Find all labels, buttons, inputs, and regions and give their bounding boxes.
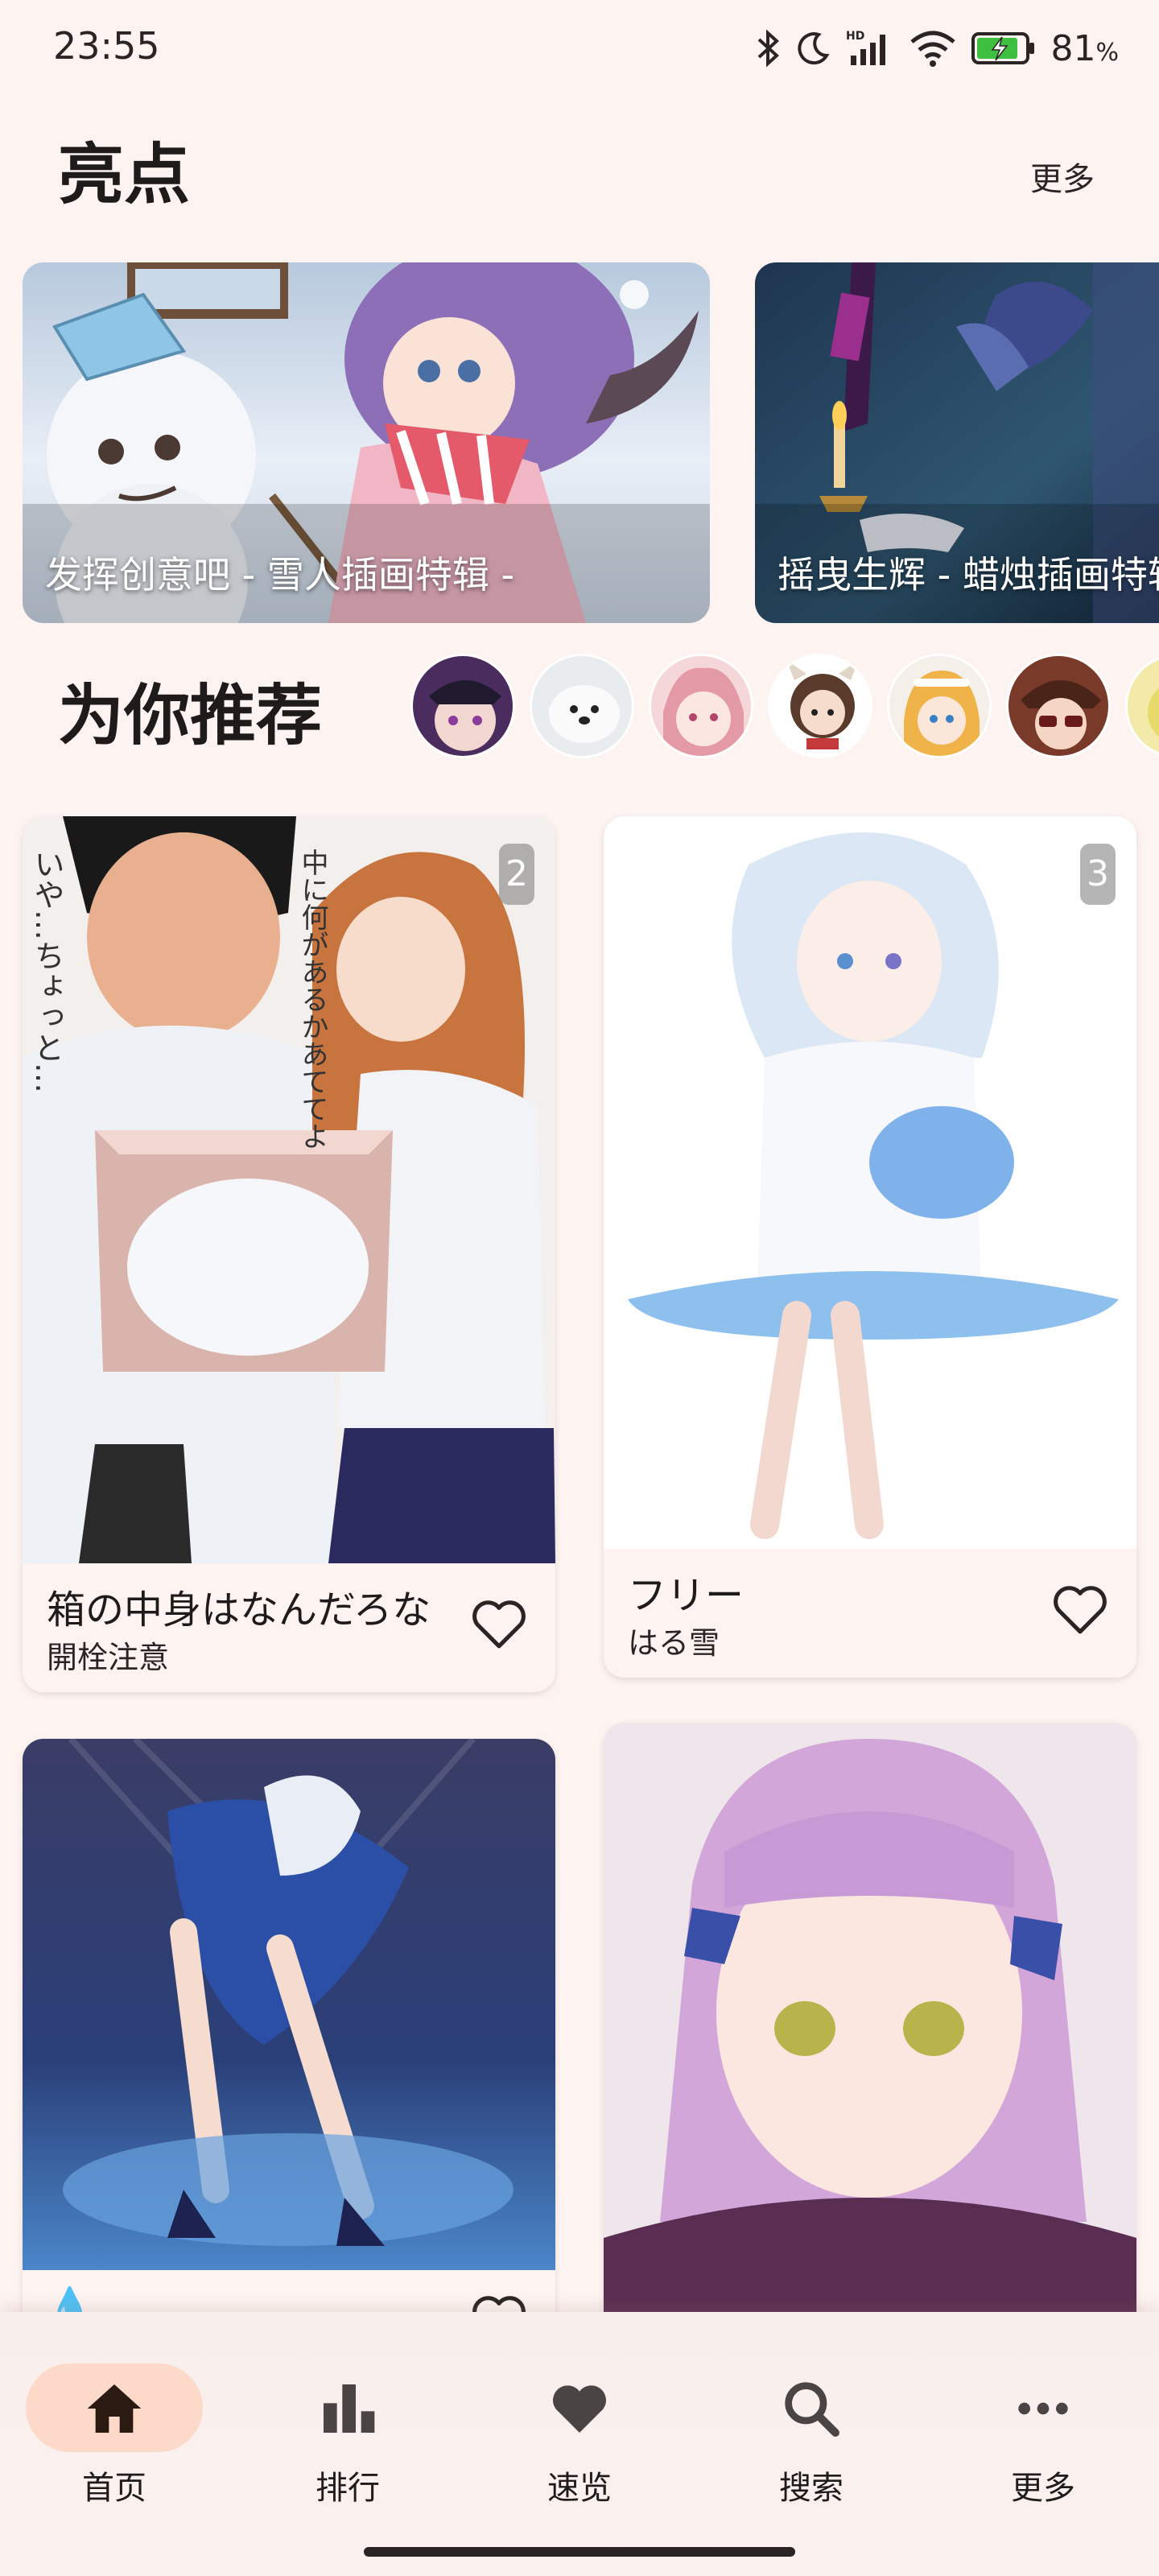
artwork-card[interactable]: 3 フリー はる雪 — [604, 816, 1136, 1678]
artist-avatar[interactable] — [649, 654, 753, 758]
artwork-card[interactable]: 💧 — [23, 1739, 555, 2351]
bar-chart-icon — [324, 2384, 375, 2433]
highlight-caption: 摇曳生辉 - 蜡烛插画特辑 - — [777, 553, 1159, 597]
nav-item-ranking[interactable]: 排行 — [251, 2312, 444, 2507]
home-indicator[interactable] — [364, 2547, 795, 2557]
nav-label: 速览 — [547, 2470, 612, 2507]
artwork-image: いや…ちょっと… 中に何があるかあててよ — [23, 816, 555, 1563]
battery-percent: 81% — [1050, 27, 1119, 69]
card-info: 箱の中身はなんだろな 開栓注意 — [23, 1563, 555, 1692]
wifi-icon — [910, 31, 956, 67]
artwork-image — [604, 1723, 1136, 2351]
bottom-nav: 首页 排行 速览 搜索 更多 — [0, 2312, 1159, 2576]
highlight-card-snowman[interactable]: 发挥创意吧 - 雪人插画特辑 - — [23, 262, 710, 623]
recommended-artists — [410, 654, 1159, 763]
artwork-image — [604, 816, 1136, 1549]
artist-avatar[interactable] — [1125, 654, 1159, 758]
artist-name[interactable]: はる雪 — [628, 1618, 720, 1662]
status-time: 23:55 — [53, 24, 160, 68]
battery-charging-icon — [971, 32, 1035, 64]
highlights-more-link[interactable]: 更多 — [1030, 153, 1095, 200]
svg-text:HD: HD — [846, 30, 864, 43]
nav-label: 排行 — [316, 2470, 380, 2507]
artwork-text: 中に何があるかあててよ — [296, 848, 328, 1150]
highlights-title: 亮点 — [58, 137, 191, 213]
artwork-card[interactable]: いや…ちょっと… 中に何があるかあててよ 2 箱の中身はなんだろな 開栓注意 — [23, 816, 555, 1692]
moon-icon — [798, 32, 830, 65]
nav-label: 搜索 — [779, 2470, 843, 2507]
search-icon — [785, 2382, 839, 2437]
card-info: フリー はる雪 — [604, 1549, 1136, 1678]
bluetooth-icon — [758, 29, 780, 68]
page-count-badge: 3 — [1080, 844, 1116, 905]
nav-item-more[interactable]: 更多 — [947, 2312, 1140, 2507]
artist-name[interactable]: 開栓注意 — [47, 1633, 169, 1677]
artist-avatar[interactable] — [1006, 654, 1111, 758]
nav-label: 更多 — [1011, 2470, 1075, 2507]
artwork-title: 箱の中身はなんだろな — [47, 1587, 431, 1633]
more-horizontal-icon — [1018, 2402, 1068, 2415]
heart-icon — [553, 2385, 606, 2433]
artist-avatar[interactable] — [410, 654, 515, 758]
artist-avatar[interactable] — [768, 654, 872, 758]
artwork-card[interactable] — [604, 1723, 1136, 2351]
favorite-heart-icon[interactable] — [1050, 1579, 1111, 1641]
recommend-title: 为你推荐 — [58, 678, 323, 754]
artwork-image — [23, 1739, 555, 2270]
highlight-card-candle[interactable]: 摇曳生辉 - 蜡烛插画特辑 - — [755, 262, 1159, 623]
nav-item-home[interactable]: 首页 — [26, 2312, 219, 2507]
nav-item-browse[interactable]: 速览 — [483, 2312, 676, 2507]
artist-avatar[interactable] — [530, 654, 634, 758]
status-bar: 23:55 HD 81% — [0, 0, 1159, 105]
favorite-heart-icon[interactable] — [468, 1594, 530, 1655]
highlight-caption: 发挥创意吧 - 雪人插画特辑 - — [45, 553, 515, 597]
page-count-badge: 2 — [499, 844, 534, 905]
status-icons: HD 81% — [756, 24, 1119, 72]
nav-label: 首页 — [82, 2470, 146, 2507]
artwork-text: いや…ちょっと… — [29, 848, 64, 1093]
artist-avatar[interactable] — [887, 654, 992, 758]
nav-item-search[interactable]: 搜索 — [715, 2312, 908, 2507]
home-icon — [87, 2384, 142, 2433]
hd-signal-icon: HD — [846, 30, 886, 65]
artwork-title: フリー — [628, 1573, 744, 1618]
